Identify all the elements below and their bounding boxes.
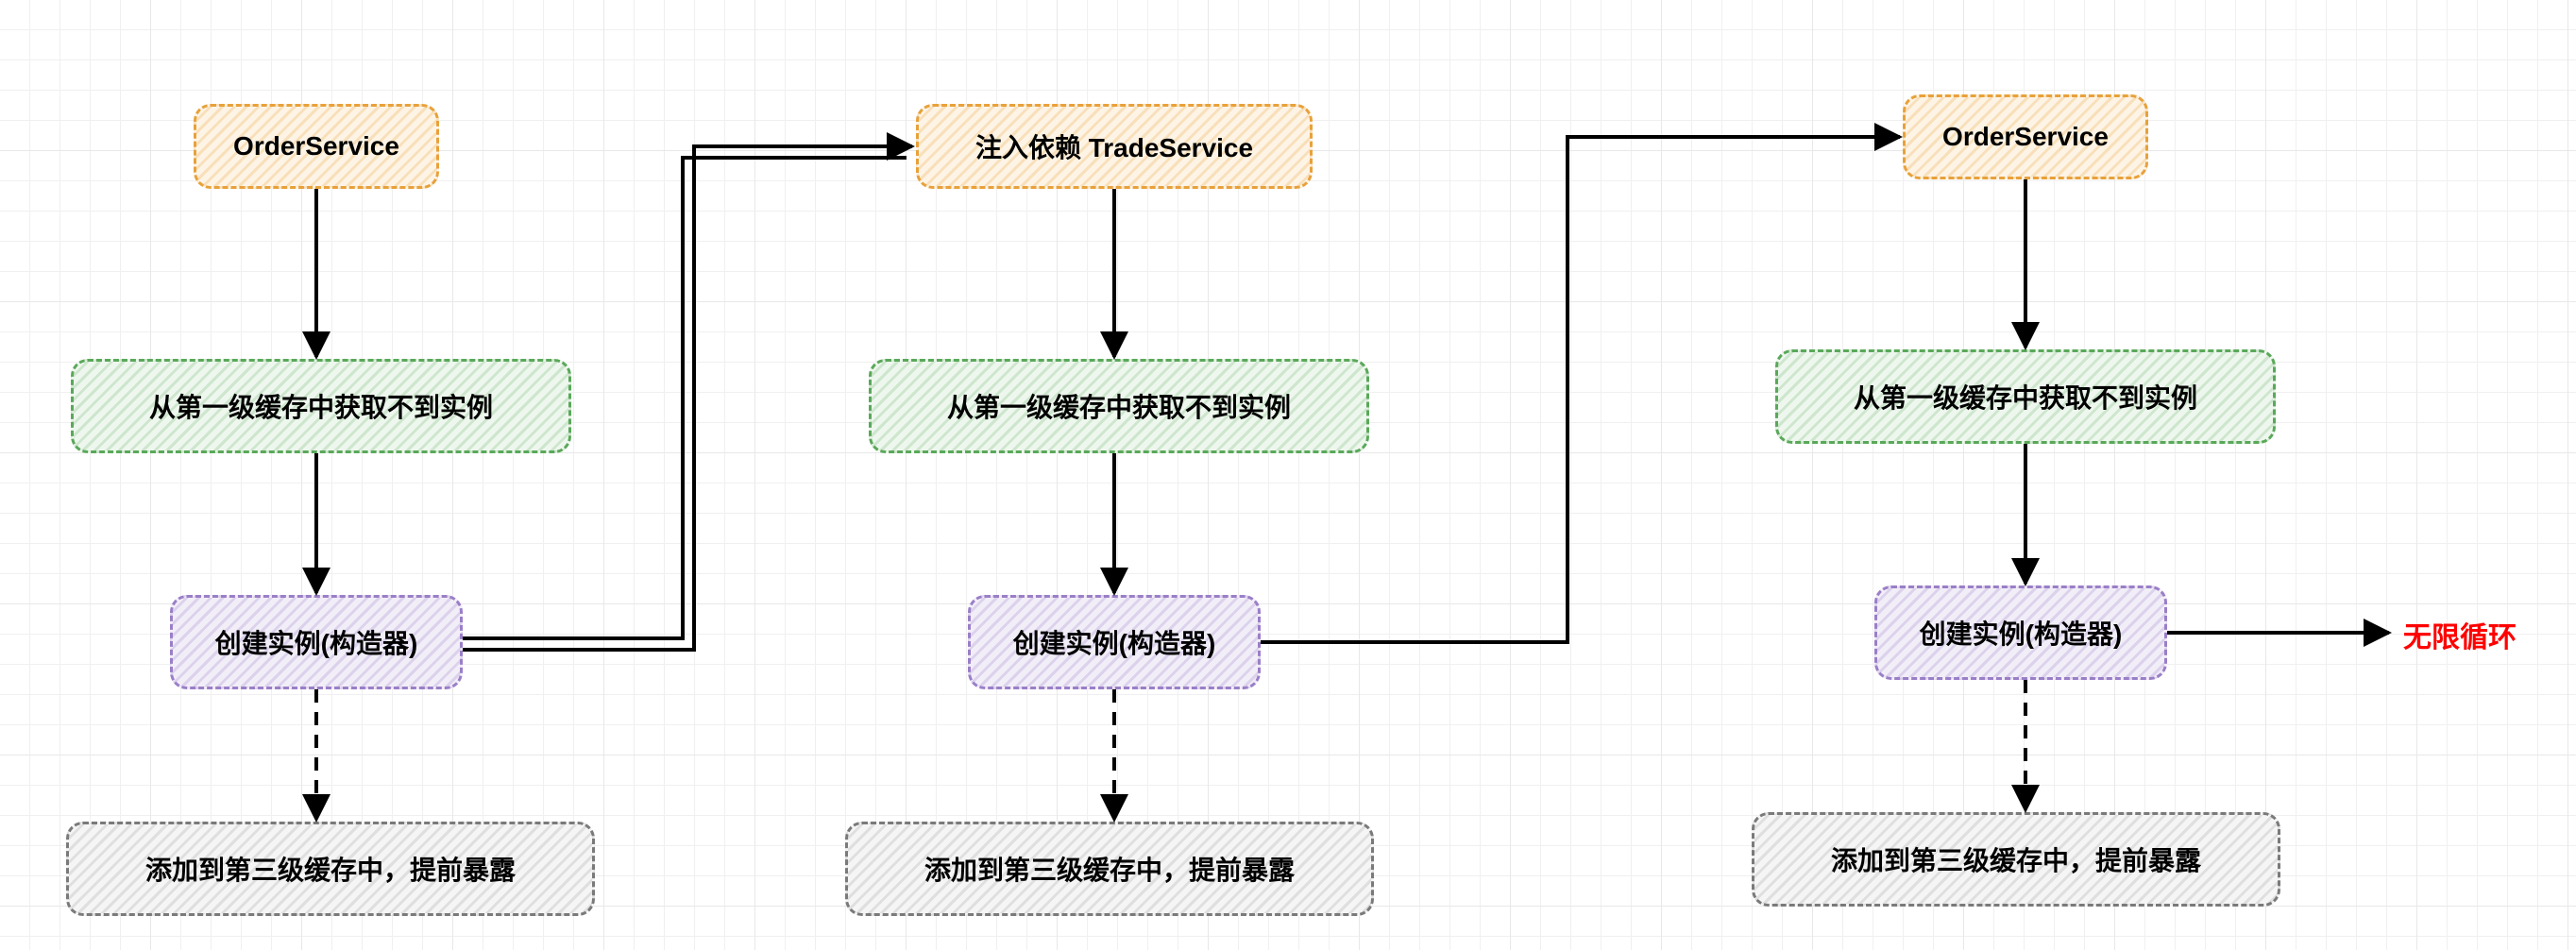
node-col2-ctor: 创建实例(构造器) (968, 595, 1261, 689)
node-label: 添加到第三级缓存中，提前暴露 (924, 850, 1295, 888)
node-label: 创建实例(构造器) (1013, 623, 1216, 661)
node-col3-expose: 添加到第三级缓存中，提前暴露 (1752, 812, 2280, 907)
node-col2-cache: 从第一级缓存中获取不到实例 (869, 359, 1369, 453)
node-label: 从第一级缓存中获取不到实例 (149, 387, 493, 425)
node-label: 添加到第三级缓存中，提前暴露 (145, 850, 516, 888)
node-col2-head: 注入依赖 TradeService (916, 104, 1313, 189)
node-label: OrderService (1942, 122, 2109, 152)
infinite-loop-label: 无限循环 (2403, 614, 2517, 655)
loop-label-text: 无限循环 (2403, 622, 2517, 653)
node-label: 创建实例(构造器) (1920, 614, 2123, 652)
node-col1-ctor: 创建实例(构造器) (170, 595, 463, 689)
node-label: 从第一级缓存中获取不到实例 (1854, 378, 2197, 416)
node-label: 添加到第三级缓存中，提前暴露 (1831, 840, 2201, 878)
node-label: 创建实例(构造器) (215, 623, 418, 661)
node-label: OrderService (233, 131, 399, 161)
node-col2-expose: 添加到第三级缓存中，提前暴露 (845, 822, 1374, 916)
node-col3-head: OrderService (1903, 94, 2148, 179)
node-col1-expose: 添加到第三级缓存中，提前暴露 (66, 822, 595, 916)
node-col1-head: OrderService (194, 104, 439, 189)
node-col3-cache: 从第一级缓存中获取不到实例 (1775, 349, 2276, 444)
node-col3-ctor: 创建实例(构造器) (1874, 585, 2167, 680)
node-col1-cache: 从第一级缓存中获取不到实例 (71, 359, 571, 453)
node-label: 从第一级缓存中获取不到实例 (947, 387, 1291, 425)
node-label: 注入依赖 TradeService (975, 127, 1253, 165)
